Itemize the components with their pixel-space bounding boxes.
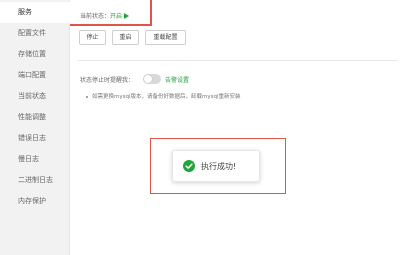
status-line: 当前状态：开启 — [80, 11, 130, 20]
play-icon — [124, 13, 130, 19]
bullet-icon — [86, 95, 88, 98]
toast-message: 执行成功! — [201, 162, 237, 171]
alert-toggle[interactable] — [143, 74, 161, 84]
sidebar-item-config-file[interactable]: 配置文件 — [0, 23, 70, 44]
sidebar-list: 服务 配置文件 存储位置 端口配置 当前状态 性能调整 错误日志 慢日志 二进制… — [0, 2, 70, 212]
toggle-knob — [144, 75, 152, 83]
alert-label: 状态停止时提醒我： — [80, 77, 135, 84]
sidebar-item-slow-log[interactable]: 慢日志 — [0, 149, 70, 170]
status-label: 当前状态： — [80, 13, 111, 20]
sidebar-item-port-config[interactable]: 端口配置 — [0, 65, 70, 86]
sidebar-item-error-log[interactable]: 错误日志 — [0, 128, 70, 149]
tip-text-row: 如需更换mysql版本，请备份好数据后，卸载mysql重新安装 — [86, 92, 241, 100]
reload-config-button[interactable]: 重载配置 — [145, 30, 186, 45]
divider — [78, 60, 398, 61]
sidebar-item-current-status[interactable]: 当前状态 — [0, 86, 70, 107]
alert-settings-link[interactable]: 告警设置 — [165, 75, 189, 84]
sidebar-item-service[interactable]: 服务 — [0, 2, 70, 23]
check-circle-icon — [183, 160, 195, 172]
status-value: 开启 — [110, 13, 123, 20]
sidebar-item-storage-location[interactable]: 存储位置 — [0, 44, 70, 65]
sidebar: 服务 配置文件 存储位置 端口配置 当前状态 性能调整 错误日志 慢日志 二进制… — [0, 0, 70, 255]
stop-button[interactable]: 停止 — [79, 30, 106, 45]
sidebar-item-memory-protection[interactable]: 内存保护 — [0, 191, 70, 212]
sidebar-item-binary-log[interactable]: 二进制日志 — [0, 170, 70, 191]
sidebar-item-performance[interactable]: 性能调整 — [0, 107, 70, 128]
success-toast: 执行成功! — [172, 150, 260, 182]
restart-button[interactable]: 重启 — [112, 30, 139, 45]
tip-text: 如需更换mysql版本，请备份好数据后，卸载mysql重新安装 — [92, 94, 241, 100]
